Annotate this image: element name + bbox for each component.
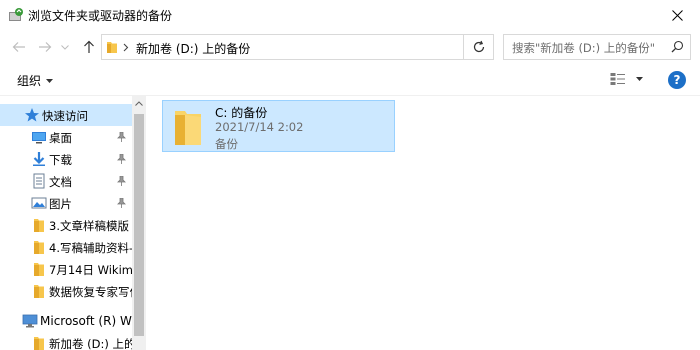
sidebar-item-quick-access[interactable]: 快速访问 — [0, 104, 132, 126]
file-list: C: 的备份 2021/7/14 2:02 备份 — [146, 96, 700, 350]
folder-icon — [106, 40, 118, 57]
breadcrumb-current[interactable]: 新加卷 (D:) 上的备份 — [136, 40, 250, 57]
folder-icon — [171, 107, 205, 150]
sidebar-scrollbar[interactable] — [132, 96, 146, 350]
back-button[interactable] — [8, 36, 30, 58]
folder-icon — [31, 335, 47, 350]
download-icon — [31, 151, 47, 167]
scroll-up-button[interactable] — [132, 96, 146, 110]
breadcrumb-chevron-icon[interactable] — [122, 40, 130, 57]
arrow-left-icon — [12, 42, 25, 52]
window-title: 浏览文件夹或驱动器的备份 — [28, 9, 173, 23]
sidebar-item-label: Microsoft (R) Wi — [40, 314, 132, 328]
chevron-down-icon — [61, 44, 69, 50]
close-icon — [671, 9, 683, 21]
scrollbar-thumb[interactable] — [134, 114, 144, 336]
sidebar-item-pictures[interactable]: 图片 — [0, 192, 132, 214]
navigation-bar: 新加卷 (D:) 上的备份 搜索"新加卷 (D:) 上的备份" — [0, 30, 700, 64]
sidebar-item-folder-july14[interactable]: 7月14日 Wikim — [0, 258, 132, 280]
backup-app-icon — [8, 7, 24, 23]
document-icon — [31, 173, 47, 189]
search-placeholder: 搜索"新加卷 (D:) 上的备份" — [512, 41, 656, 55]
recent-locations-button[interactable] — [58, 36, 72, 58]
item-name: C: 的备份 — [215, 106, 268, 120]
arrow-right-icon — [39, 42, 52, 52]
address-bar[interactable]: 新加卷 (D:) 上的备份 — [101, 34, 464, 60]
list-item[interactable]: C: 的备份 2021/7/14 2:02 备份 — [162, 100, 395, 152]
sidebar-item-label: 文档 — [49, 175, 72, 189]
change-view-button[interactable] — [610, 72, 643, 86]
title-bar: 浏览文件夹或驱动器的备份 — [0, 0, 700, 30]
star-icon — [24, 107, 40, 123]
sidebar-item-backup-folder[interactable]: 新加卷 (D:) 上的 — [0, 332, 132, 350]
pictures-icon — [31, 195, 47, 211]
pin-icon[interactable] — [117, 131, 126, 145]
sidebar-item-downloads[interactable]: 下载 — [0, 148, 132, 170]
arrow-up-icon — [84, 40, 94, 53]
folder-icon — [31, 283, 47, 299]
help-button[interactable]: ? — [668, 71, 686, 89]
sidebar-item-label: 图片 — [49, 197, 72, 211]
folder-icon — [31, 261, 47, 277]
desktop-icon — [31, 129, 47, 145]
sidebar-item-desktop[interactable]: 桌面 — [0, 126, 132, 148]
refresh-button[interactable] — [464, 34, 494, 60]
sidebar-item-folder-templates[interactable]: 3.文章样稿模版 — [0, 214, 132, 236]
sidebar-item-label: 3.文章样稿模版 — [49, 219, 129, 233]
search-input[interactable]: 搜索"新加卷 (D:) 上的备份" — [503, 34, 691, 60]
organize-label: 组织 — [17, 74, 42, 88]
sidebar-item-label: 4.写稿辅助资料- — [49, 241, 132, 255]
sidebar-item-label: 下载 — [49, 153, 72, 167]
sidebar-item-documents[interactable]: 文档 — [0, 170, 132, 192]
folder-icon — [31, 239, 47, 255]
sidebar-item-label: 新加卷 (D:) 上的 — [49, 337, 132, 350]
up-button[interactable] — [78, 36, 100, 58]
pin-icon[interactable] — [117, 175, 126, 189]
forward-button[interactable] — [34, 36, 56, 58]
sidebar-item-folder-materials[interactable]: 4.写稿辅助资料- — [0, 236, 132, 258]
command-bar: 组织 ? — [0, 64, 700, 96]
item-date: 2021/7/14 2:02 — [215, 120, 304, 134]
search-icon — [671, 40, 684, 56]
sidebar-item-folder-recovery[interactable]: 数据恢复专家写作 — [0, 280, 132, 302]
view-details-icon — [610, 73, 625, 85]
computer-icon — [22, 313, 38, 329]
chevron-up-icon — [135, 100, 143, 106]
close-button[interactable] — [654, 0, 700, 30]
navigation-pane: 快速访问 桌面 下载 文档 图片 3.文章样稿模版 4.写稿辅助资料- 7月14… — [0, 96, 146, 350]
sidebar-item-label: 7月14日 Wikim — [49, 263, 132, 277]
pin-icon[interactable] — [117, 197, 126, 211]
dropdown-arrow-icon — [636, 77, 643, 81]
sidebar-item-computer[interactable]: Microsoft (R) Wi — [0, 310, 132, 332]
sidebar-item-label: 快速访问 — [42, 109, 88, 123]
refresh-icon — [473, 40, 484, 53]
sidebar-item-label: 桌面 — [49, 131, 72, 145]
item-description: 备份 — [215, 137, 238, 151]
organize-button[interactable]: 组织 — [17, 72, 54, 89]
dropdown-arrow-icon — [46, 78, 54, 83]
sidebar-item-label: 数据恢复专家写作 — [49, 285, 132, 299]
pin-icon[interactable] — [117, 153, 126, 167]
folder-icon — [31, 217, 47, 233]
